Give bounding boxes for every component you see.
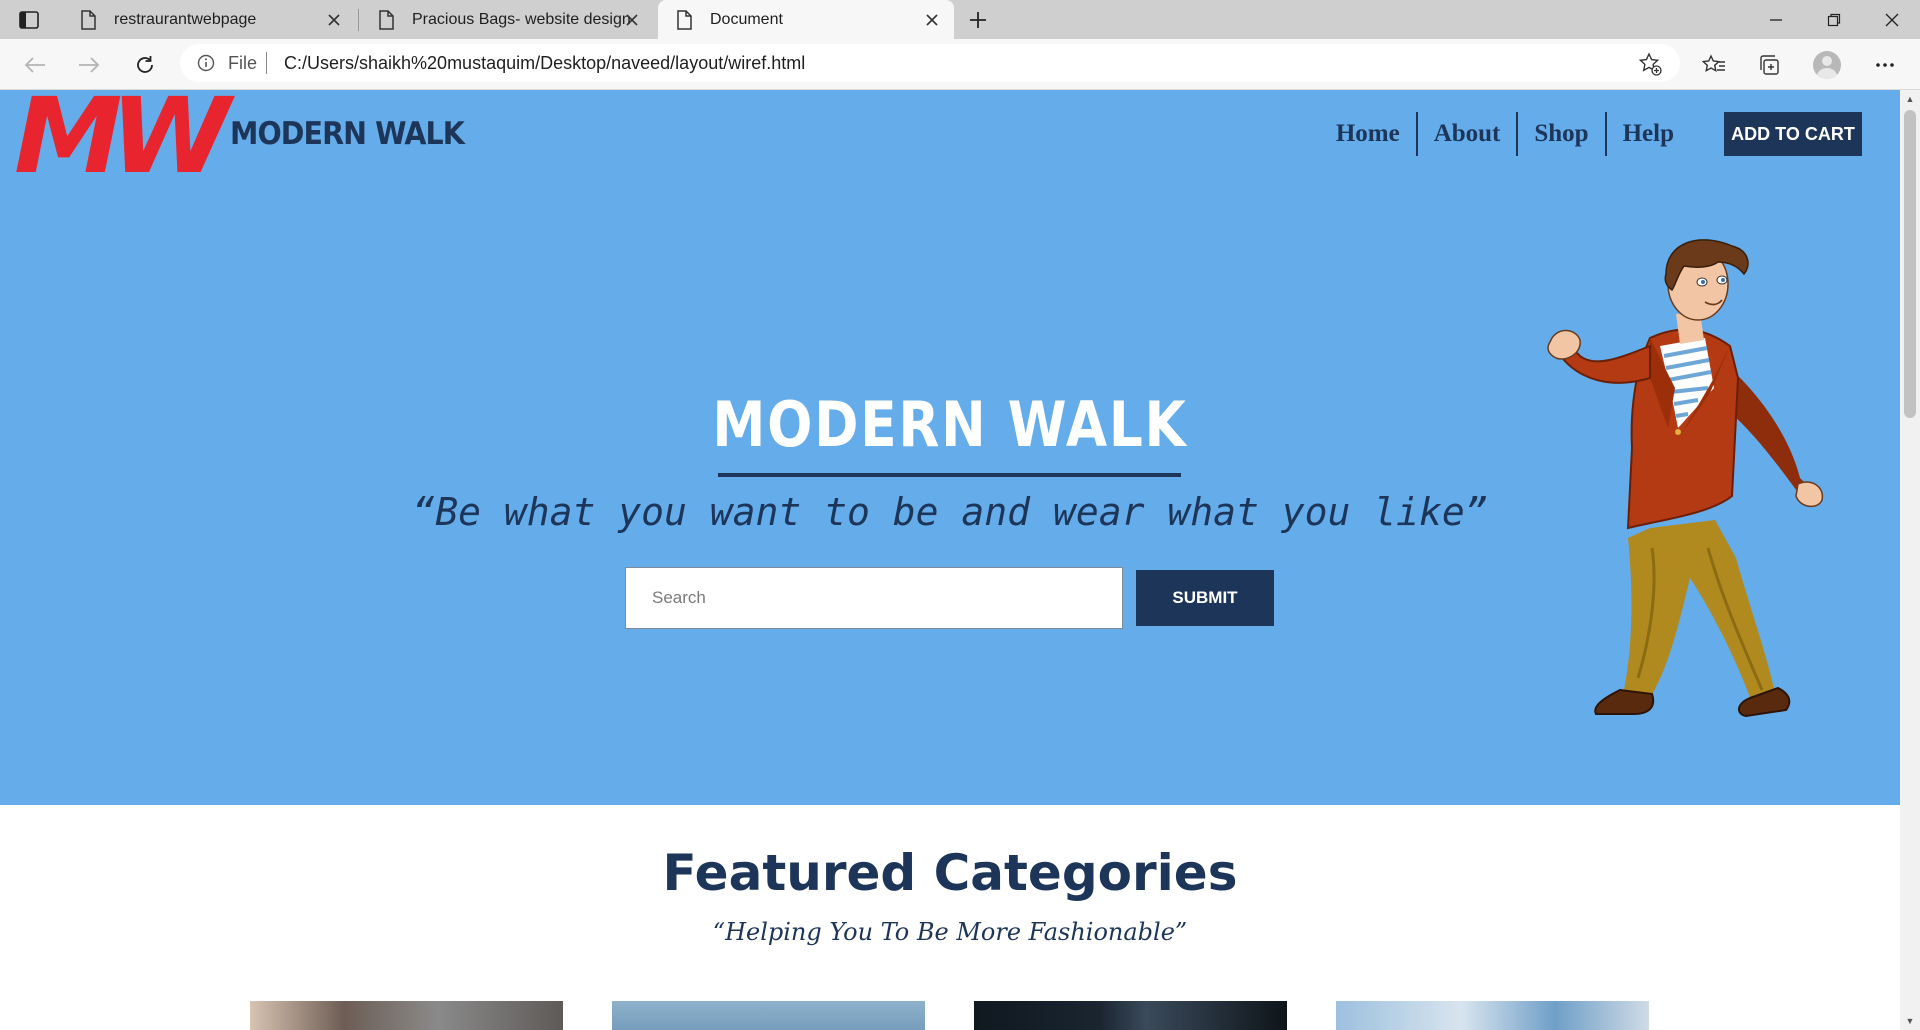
- search-input[interactable]: [625, 567, 1123, 629]
- more-icon: [1876, 63, 1894, 67]
- nav-shop[interactable]: Shop: [1518, 112, 1604, 156]
- url-scheme-label: File: [228, 53, 258, 73]
- close-window-button[interactable]: [1864, 0, 1920, 39]
- restore-button[interactable]: [1806, 0, 1862, 39]
- close-icon[interactable]: [324, 10, 344, 30]
- forward-button[interactable]: [74, 50, 104, 80]
- refresh-icon: [137, 56, 153, 73]
- tab-title: restraurantwebpage: [114, 10, 257, 28]
- document-icon: [672, 8, 696, 32]
- category-card[interactable]: [250, 1001, 563, 1030]
- close-icon: [1885, 13, 1899, 26]
- category-card[interactable]: [1336, 1001, 1649, 1030]
- add-to-cart-button[interactable]: ADD TO CART: [1724, 112, 1862, 156]
- close-icon[interactable]: [922, 10, 942, 30]
- hero-underline: [718, 473, 1181, 477]
- featured-subtitle: “Helping You To Be More Fashionable”: [712, 918, 1188, 946]
- nav-about[interactable]: About: [1418, 112, 1517, 156]
- profile-button[interactable]: [1812, 50, 1842, 80]
- site-logo[interactable]: MW MODERN WALK: [14, 90, 485, 197]
- document-icon: [374, 8, 398, 32]
- profile-icon: [1813, 51, 1841, 79]
- new-tab-button[interactable]: [965, 7, 991, 33]
- tab-pracious-bags[interactable]: Pracious Bags- website design: [360, 0, 654, 39]
- nav-home[interactable]: Home: [1320, 112, 1416, 156]
- close-icon[interactable]: [622, 10, 642, 30]
- favorites-button[interactable]: [1699, 50, 1729, 80]
- restore-icon: [1827, 13, 1841, 26]
- featured-title: Featured Categories: [662, 844, 1238, 902]
- tab-title: Pracious Bags- website design: [412, 10, 631, 28]
- tab-strip: restraurantwebpage Pracious Bags- websit…: [0, 0, 1920, 39]
- logo-wordmark: MODERN WALK: [230, 116, 465, 152]
- page-viewport: MW MODERN WALK Home About Shop Help ADD …: [0, 90, 1900, 1030]
- page-scrollbar[interactable]: ▲ ▼: [1900, 90, 1920, 1030]
- more-button[interactable]: [1870, 50, 1900, 80]
- add-favorite-icon[interactable]: [1638, 52, 1662, 76]
- back-button[interactable]: [20, 50, 50, 80]
- hero-section: MW MODERN WALK Home About Shop Help ADD …: [0, 90, 1900, 805]
- plus-icon: [970, 12, 986, 28]
- refresh-button[interactable]: [130, 50, 160, 80]
- tab-divider: [358, 9, 359, 31]
- tab-document[interactable]: Document: [658, 0, 954, 39]
- dancing-man-illustration: [1547, 239, 1824, 718]
- main-nav: Home About Shop Help ADD TO CART: [1320, 112, 1862, 156]
- url-divider: [266, 52, 267, 74]
- category-card[interactable]: [612, 1001, 925, 1030]
- minimize-icon: [1770, 18, 1782, 21]
- scroll-down-arrow-icon[interactable]: ▼: [1900, 1012, 1920, 1030]
- favorites-icon: [1702, 54, 1725, 73]
- tab-restaurant[interactable]: restraurantwebpage: [62, 0, 356, 39]
- collections-icon: [1760, 55, 1779, 75]
- url-field[interactable]: File C:/Users/shaikh%20mustaquim/Desktop…: [180, 44, 1680, 82]
- forward-arrow-icon: [79, 57, 100, 73]
- submit-button[interactable]: SUBMIT: [1136, 570, 1274, 626]
- document-icon: [76, 8, 100, 32]
- url-text[interactable]: C:/Users/shaikh%20mustaquim/Desktop/nave…: [284, 53, 805, 74]
- logo-mark: MW: [14, 90, 231, 197]
- tab-title: Document: [710, 10, 783, 28]
- address-bar-row: File C:/Users/shaikh%20mustaquim/Desktop…: [0, 39, 1920, 90]
- info-icon[interactable]: [196, 53, 216, 73]
- minimize-button[interactable]: [1748, 0, 1804, 39]
- scrollbar-thumb[interactable]: [1904, 110, 1916, 418]
- back-arrow-icon: [24, 57, 45, 73]
- nav-help[interactable]: Help: [1607, 112, 1690, 156]
- category-card[interactable]: [974, 1001, 1287, 1030]
- sidebar-toggle-icon[interactable]: [14, 8, 44, 32]
- scroll-up-arrow-icon[interactable]: ▲: [1900, 90, 1920, 108]
- collections-button[interactable]: [1754, 50, 1784, 80]
